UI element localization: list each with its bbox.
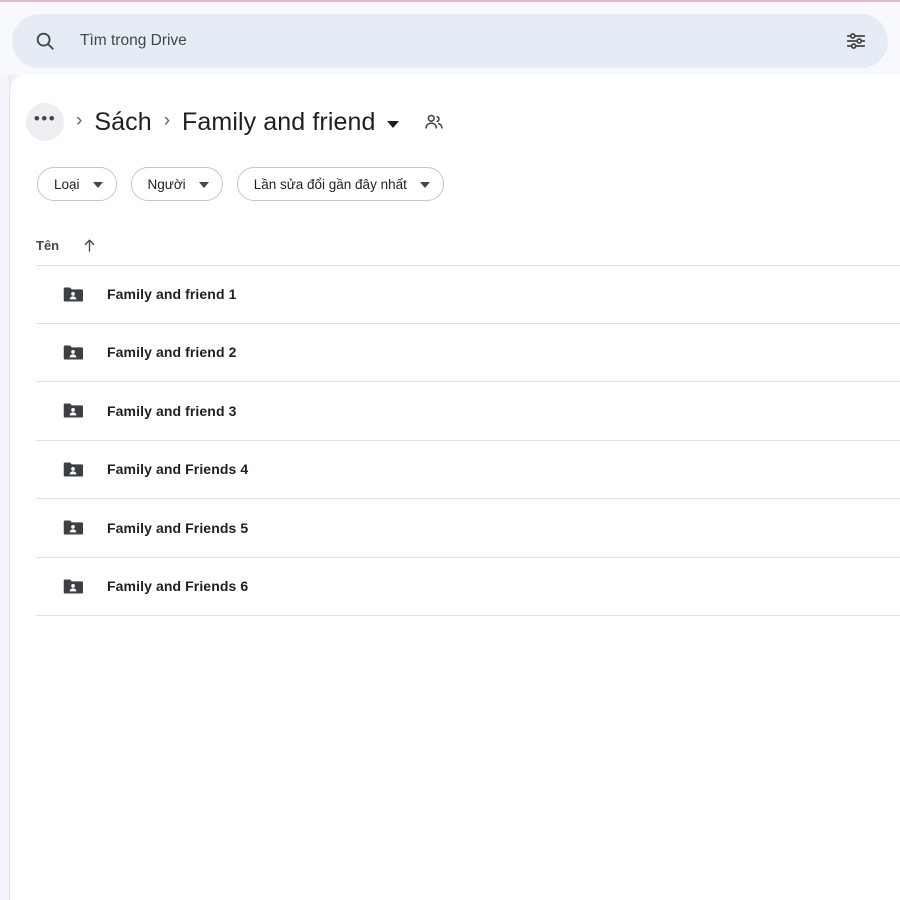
file-name: Family and Friends 5 <box>107 519 249 536</box>
file-name: Family and friend 2 <box>107 344 237 361</box>
file-name: Family and friend 1 <box>107 286 237 303</box>
table-row[interactable]: Family and Friends 5 <box>36 499 900 558</box>
shared-folder-icon <box>62 342 83 363</box>
people-shared-icon[interactable] <box>423 111 445 133</box>
table-row[interactable]: Family and friend 3 <box>36 382 900 441</box>
filter-chip-last-modified[interactable]: Lần sửa đổi gần đây nhất <box>236 167 444 201</box>
shared-folder-icon <box>62 400 83 421</box>
search-region <box>0 2 900 75</box>
breadcrumb-more-button[interactable]: ••• <box>26 103 64 141</box>
table-row[interactable]: Family and friend 2 <box>36 324 900 382</box>
shared-folder-icon <box>62 517 83 538</box>
shared-folder-icon <box>62 576 83 597</box>
search-bar[interactable] <box>12 14 888 68</box>
list-column-header: Tên <box>36 233 98 257</box>
tune-icon <box>845 30 867 52</box>
filter-chips: Loại Người Lần sửa đổi gần đây nhất <box>37 167 444 201</box>
file-name: Family and Friends 4 <box>107 461 249 478</box>
breadcrumb-current-folder[interactable]: Family and friend <box>182 108 375 137</box>
more-horizontal-icon: ••• <box>33 109 57 128</box>
chevron-down-icon <box>92 181 103 188</box>
filter-chip-loai-label: Loại <box>54 176 80 192</box>
breadcrumb-separator-2: › <box>163 110 171 131</box>
filter-chip-nguoi-label: Người <box>147 176 186 192</box>
search-icon <box>34 30 56 52</box>
filter-chip-last-modified-label: Lần sửa đổi gần đây nhất <box>253 176 407 192</box>
chevron-down-icon <box>419 181 430 188</box>
drive-app-window: ••• › Sách › Family and friend Loại <box>0 0 900 900</box>
breadcrumb: ••• › Sách › Family and friend <box>26 99 445 145</box>
search-options-button[interactable] <box>834 19 878 63</box>
chevron-down-icon <box>198 181 209 188</box>
file-name: Family and Friends 6 <box>107 578 249 595</box>
breadcrumb-separator-1: › <box>76 110 83 131</box>
file-name: Family and friend 3 <box>107 402 237 419</box>
content-panel: ••• › Sách › Family and friend Loại Ngườ… <box>10 75 900 900</box>
column-header-name[interactable]: Tên <box>36 238 59 253</box>
search-input[interactable] <box>80 32 834 50</box>
chevron-down-icon[interactable] <box>386 120 399 128</box>
arrow-up-icon[interactable] <box>81 237 98 254</box>
filter-chip-loai[interactable]: Loại <box>37 167 117 201</box>
table-row[interactable]: Family and Friends 6 <box>36 558 900 616</box>
table-row[interactable]: Family and Friends 4 <box>36 441 900 499</box>
file-list: Family and friend 1 Family and friend 2 <box>36 265 900 616</box>
filter-chip-nguoi[interactable]: Người <box>130 167 223 201</box>
breadcrumb-item-sach[interactable]: Sách <box>94 108 151 137</box>
shared-folder-icon <box>62 284 83 305</box>
shared-folder-icon <box>62 459 83 480</box>
table-row[interactable]: Family and friend 1 <box>36 265 900 324</box>
